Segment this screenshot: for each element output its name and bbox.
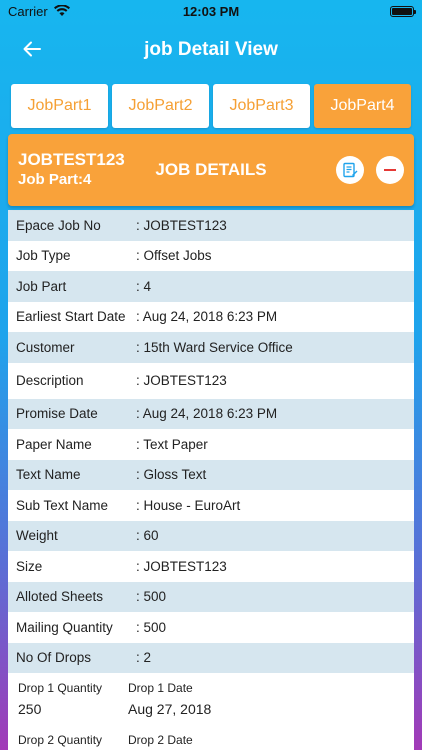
drop-1-quantity: Drop 1 Quantity 250 <box>18 681 128 733</box>
detail-row-promise-date: Promise Date : Aug 24, 2018 6:23 PM <box>8 398 414 429</box>
detail-value: : Gloss Text <box>136 467 207 483</box>
detail-value: : 60 <box>136 528 159 544</box>
detail-row-description: Description : JOBTEST123 <box>8 362 414 399</box>
detail-label: Mailing Quantity <box>16 619 113 635</box>
detail-value: : Offset Jobs <box>136 248 212 264</box>
drop-2-date-label: Drop 2 Date <box>128 733 193 747</box>
detail-label: Sub Text Name <box>16 497 109 513</box>
detail-row-size: Size : JOBTEST123 <box>8 551 414 582</box>
detail-label: Description <box>16 373 84 388</box>
detail-value: : Aug 24, 2018 6:23 PM <box>136 406 278 422</box>
detail-row-alloted-sheets: Alloted Sheets : 500 <box>8 581 414 612</box>
detail-value: : 15th Ward Service Office <box>136 339 293 355</box>
drop-1-quantity-value: 250 <box>18 701 42 717</box>
drop-1-date: Drop 1 Date Aug 27, 2018 <box>128 681 238 733</box>
minus-icon <box>384 169 396 171</box>
detail-row-no-of-drops: No Of Drops : 2 <box>8 642 414 673</box>
collapse-button[interactable] <box>376 156 404 184</box>
detail-value: : House - EuroArt <box>136 497 241 513</box>
detail-row-text-name: Text Name : Gloss Text <box>8 459 414 490</box>
detail-value: : 2 <box>136 650 152 666</box>
detail-row-weight: Weight : 60 <box>8 520 414 551</box>
detail-label: Customer <box>16 339 75 355</box>
header-job-part: Job Part:4 <box>18 171 92 188</box>
tab-jobpart2[interactable]: JobPart2 <box>112 84 209 128</box>
detail-value: : 4 <box>136 278 152 294</box>
header-job-info: JOBTEST123 Job Part:4 <box>18 150 125 190</box>
detail-label: No Of Drops <box>16 650 92 666</box>
back-arrow-icon <box>23 41 41 57</box>
detail-label: Earliest Start Date <box>16 309 126 325</box>
detail-row-earliest-start-date: Earliest Start Date : Aug 24, 2018 6:23 … <box>8 301 414 332</box>
job-part-tabs: JobPart1 JobPart2 JobPart3 JobPart4 <box>0 78 422 130</box>
detail-value: : JOBTEST123 <box>136 373 227 388</box>
details-list: Epace Job No : JOBTEST123 Job Type : Off… <box>8 210 414 750</box>
detail-label: Job Part <box>16 278 67 294</box>
detail-row-mailing-quantity: Mailing Quantity : 500 <box>8 612 414 643</box>
detail-value: : 500 <box>136 589 167 605</box>
drop-2-section: Drop 2 Quantity Drop 2 Date <box>8 733 414 750</box>
detail-label: Weight <box>16 528 58 544</box>
status-time: 12:03 PM <box>182 4 240 19</box>
detail-row-job-type: Job Type : Offset Jobs <box>8 240 414 271</box>
detail-value: : Text Paper <box>136 436 208 452</box>
drop-2-quantity-label: Drop 2 Quantity <box>18 733 103 747</box>
detail-row-customer: Customer : 15th Ward Service Office <box>8 332 414 363</box>
status-bar: Carrier 12:03 PM <box>0 0 422 22</box>
nav-bar: job Detail View <box>0 22 422 78</box>
detail-label: Epace Job No <box>16 217 101 233</box>
document-edit-icon <box>343 162 358 178</box>
detail-value: : Aug 24, 2018 6:23 PM <box>136 309 278 325</box>
detail-label: Size <box>16 558 43 574</box>
battery-icon <box>390 5 416 17</box>
drop-1-section: Drop 1 Quantity 250 Drop 1 Date Aug 27, … <box>8 673 414 733</box>
drop-1-date-value: Aug 27, 2018 <box>128 701 212 717</box>
tab-jobpart3[interactable]: JobPart3 <box>213 84 310 128</box>
drop-1-date-label: Drop 1 Date <box>128 681 193 695</box>
back-button[interactable] <box>18 36 46 64</box>
job-details-header: JOBTEST123 Job Part:4 JOB DETAILS <box>8 134 414 206</box>
detail-label: Alloted Sheets <box>16 589 104 605</box>
detail-row-sub-text-name: Sub Text Name : House - EuroArt <box>8 490 414 521</box>
detail-value: : JOBTEST123 <box>136 558 227 574</box>
drop-1-quantity-label: Drop 1 Quantity <box>18 681 103 695</box>
detail-value: : 500 <box>136 619 167 635</box>
detail-label: Job Type <box>16 248 71 264</box>
header-actions <box>336 156 404 184</box>
notes-button[interactable] <box>336 156 364 184</box>
tab-jobpart1[interactable]: JobPart1 <box>11 84 108 128</box>
detail-row-epace-job-no: Epace Job No : JOBTEST123 <box>8 210 414 241</box>
detail-row-paper-name: Paper Name : Text Paper <box>8 429 414 460</box>
tab-jobpart4[interactable]: JobPart4 <box>314 84 411 128</box>
page-title: job Detail View <box>144 39 278 60</box>
detail-label: Promise Date <box>16 406 98 422</box>
detail-value: : JOBTEST123 <box>136 217 227 233</box>
detail-label: Text Name <box>16 467 81 483</box>
header-job-number: JOBTEST123 <box>18 150 125 169</box>
detail-row-job-part: Job Part : 4 <box>8 271 414 302</box>
detail-label: Paper Name <box>16 436 92 452</box>
